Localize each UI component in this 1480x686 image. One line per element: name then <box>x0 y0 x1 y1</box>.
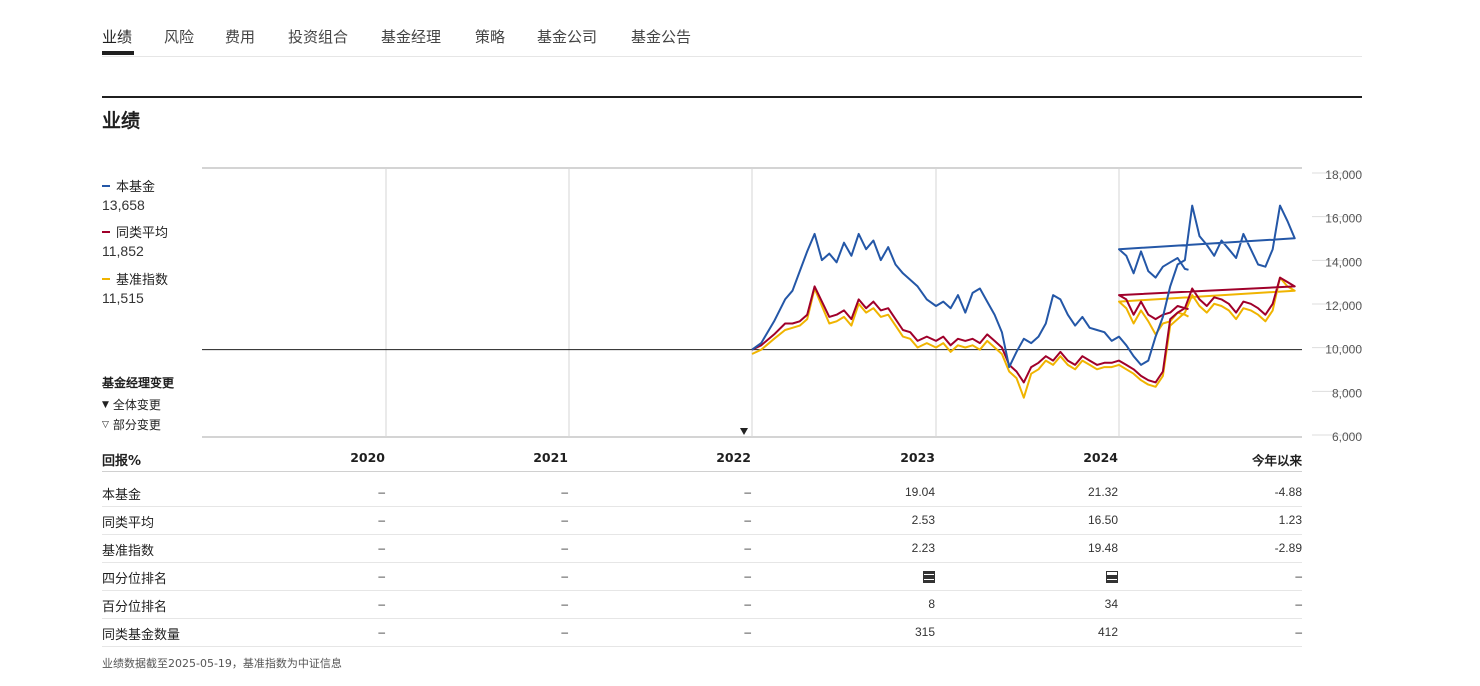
cell-peer-count-5: – <box>1295 625 1302 639</box>
quartile-rank-icon <box>923 570 935 583</box>
legend-benchmark-label: 基准指数 <box>116 273 169 288</box>
cell-category-average-1: – <box>561 513 568 527</box>
cell-benchmark-3: 2.23 <box>911 541 935 555</box>
cell-fund-0: – <box>378 485 385 499</box>
footnote: 业绩数据截至2025-05-19，基准指数为中证信息 <box>102 657 342 670</box>
legend-fund-label: 本基金 <box>116 180 156 195</box>
row-label: 百分位排名 <box>102 600 168 615</box>
cell-benchmark-5: -2.89 <box>1274 541 1302 555</box>
row-label: 同类基金数量 <box>102 628 181 643</box>
cell-category-average-4: 16.50 <box>1087 513 1118 527</box>
legend-benchmark[interactable]: 基准指数 11,515 <box>102 269 168 306</box>
legend-fund-swatch <box>102 184 110 187</box>
y-tick-label: 16,000 <box>1325 212 1362 226</box>
cell-quartile-rank-1: – <box>561 569 568 583</box>
cell-percentile-rank-1: – <box>561 597 568 611</box>
returns-row-peer-count: 同类基金数量 – – – 315 412 – <box>102 618 1302 647</box>
cell-peer-count-1: – <box>561 625 568 639</box>
legend-fund[interactable]: 本基金 13,658 <box>102 176 155 213</box>
returns-row-category-average: 同类平均 – – – 2.53 16.50 1.23 <box>102 506 1302 535</box>
series-line-benchmark <box>751 276 1296 399</box>
cell-quartile-rank-2: – <box>744 569 751 583</box>
cell-peer-count-0: – <box>378 625 385 639</box>
cell-peer-count-3: 315 <box>914 625 935 639</box>
row-label: 基准指数 <box>102 544 155 559</box>
y-tick-label: 14,000 <box>1325 255 1362 269</box>
returns-row-benchmark: 基准指数 – – – 2.23 19.48 -2.89 <box>102 534 1302 563</box>
quartile-rank-icon <box>1106 570 1118 583</box>
y-axis-ticks: 18,000 16,000 14,000 12,000 10,000 8,000 6,000 <box>1312 168 1362 444</box>
cell-percentile-rank-5: – <box>1295 597 1302 611</box>
cell-quartile-rank-0: – <box>378 569 385 583</box>
legend-benchmark-value: 11,515 <box>102 290 144 306</box>
legend-fund-value: 13,658 <box>102 197 145 213</box>
manager-change-full-label: 全体变更 <box>112 398 161 412</box>
cell-category-average-2: – <box>744 513 751 527</box>
legend-category-swatch <box>102 230 110 233</box>
row-label: 同类平均 <box>102 516 155 531</box>
outline-triangle-icon: ▽ <box>102 419 109 430</box>
returns-table-header: 回报% 2020 2021 2022 2023 2024 今年以来 <box>102 443 1302 472</box>
cell-percentile-rank-4: 34 <box>1104 597 1118 611</box>
cell-fund-5: -4.88 <box>1274 485 1302 499</box>
cell-category-average-0: – <box>378 513 385 527</box>
cell-percentile-rank-3: 8 <box>928 597 935 611</box>
cell-category-average-3: 2.53 <box>911 513 935 527</box>
col-header-ytd: 今年以来 <box>1251 453 1302 468</box>
series-line-category-average <box>751 276 1296 384</box>
col-header-2021: 2021 <box>533 450 568 465</box>
cell-fund-4: 21.32 <box>1087 485 1118 499</box>
col-header-2020: 2020 <box>350 450 385 465</box>
row-label: 本基金 <box>102 488 142 503</box>
returns-row-percentile-rank: 百分位排名 – – – 8 34 – <box>102 590 1302 619</box>
manager-change-partial: ▽ 部分变更 <box>102 416 161 433</box>
manager-change-partial-label: 部分变更 <box>112 418 161 432</box>
manager-change-title: 基金经理变更 <box>102 376 175 390</box>
cell-fund-3: 19.04 <box>904 485 935 499</box>
col-header-2022: 2022 <box>716 450 751 465</box>
cell-benchmark-4: 19.48 <box>1087 541 1118 555</box>
cell-quartile-rank-4 <box>998 569 1118 583</box>
y-tick-label: 6,000 <box>1332 430 1362 444</box>
cell-fund-2: – <box>744 485 751 499</box>
cell-fund-1: – <box>561 485 568 499</box>
legend-category-label: 同类平均 <box>116 226 169 241</box>
legend-category-average[interactable]: 同类平均 11,852 <box>102 222 168 259</box>
chart-grid <box>202 167 1302 438</box>
col-header-2023: 2023 <box>900 450 935 465</box>
returns-header-label: 回报% <box>102 454 142 469</box>
cell-peer-count-4: 412 <box>1097 625 1118 639</box>
y-tick-label: 10,000 <box>1325 343 1362 357</box>
legend-benchmark-swatch <box>102 277 110 280</box>
cell-benchmark-2: – <box>744 541 751 555</box>
returns-row-fund: 本基金 – – – 19.04 21.32 -4.88 <box>102 478 1302 507</box>
cell-quartile-rank-3 <box>815 569 935 583</box>
returns-row-quartile-rank: 四分位排名 – – – – <box>102 562 1302 591</box>
cell-percentile-rank-0: – <box>378 597 385 611</box>
manager-change-markers <box>740 428 748 435</box>
y-tick-label: 18,000 <box>1325 168 1362 182</box>
filled-triangle-icon: ▼ <box>102 399 109 410</box>
cell-category-average-5: 1.23 <box>1278 513 1302 527</box>
cell-benchmark-0: – <box>378 541 385 555</box>
manager-change-marker <box>740 428 748 435</box>
chart-series <box>751 204 1296 399</box>
col-header-2024: 2024 <box>1083 450 1118 465</box>
legend-category-value: 11,852 <box>102 243 144 259</box>
cell-quartile-rank-5: – <box>1295 569 1302 583</box>
manager-change-full: ▼ 全体变更 <box>102 396 161 413</box>
cell-peer-count-2: – <box>744 625 751 639</box>
y-tick-label: 12,000 <box>1325 299 1362 313</box>
y-tick-label: 8,000 <box>1332 386 1362 400</box>
series-line-fund <box>751 204 1296 369</box>
cell-benchmark-1: – <box>561 541 568 555</box>
row-label: 四分位排名 <box>102 572 168 587</box>
cell-percentile-rank-2: – <box>744 597 751 611</box>
